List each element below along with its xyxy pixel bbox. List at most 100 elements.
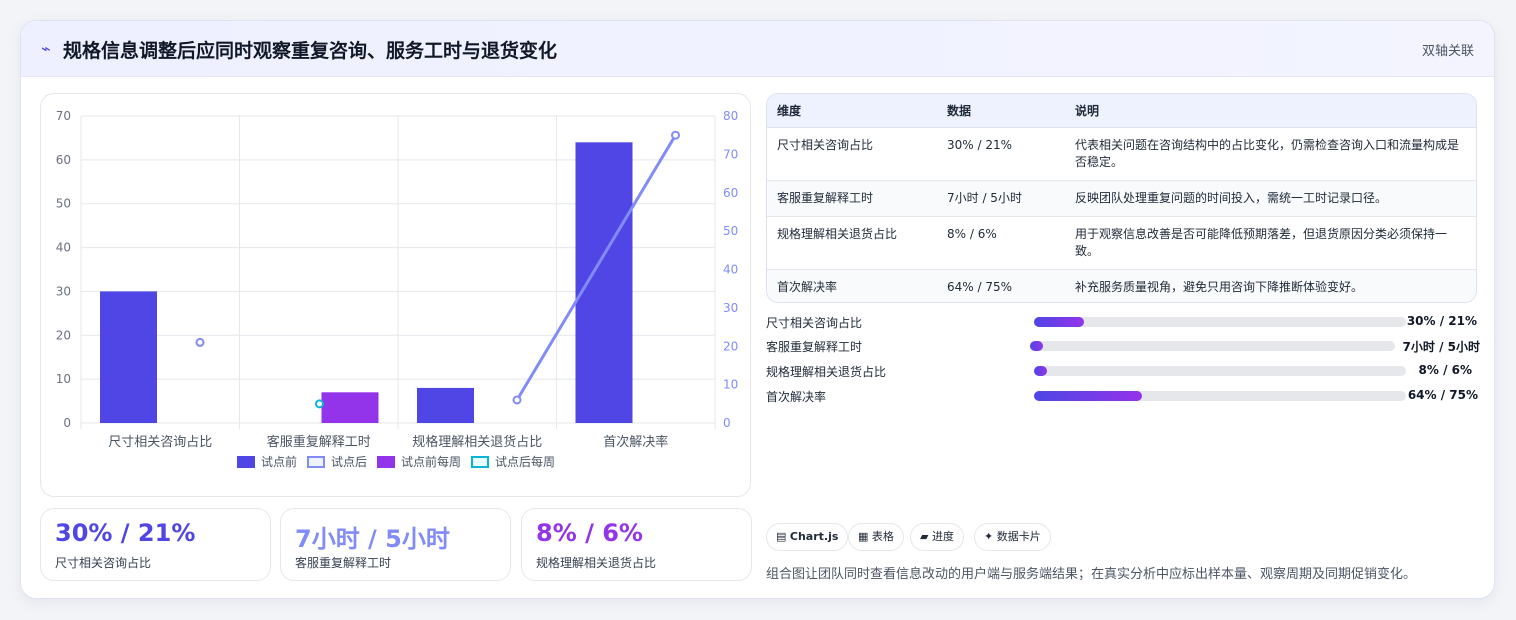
bar-试点前 (417, 387, 474, 423)
col-header-data: 数据 (937, 94, 1065, 128)
progress-fill (1034, 366, 1048, 376)
progress-value: 8% / 6% (1418, 363, 1472, 377)
x-tick-label: 尺寸相关咨询占比 (108, 435, 212, 450)
chart-icon: ▤ (776, 530, 787, 543)
table-row: 首次解决率 64% / 75% 补充服务质量视角，避免只用咨询下降推断体验变好。 (767, 269, 1476, 302)
cell-data: 64% / 75% (937, 269, 1065, 302)
y-left-tick-label: 30 (56, 284, 71, 298)
combo-chart: 0 10 20 30 40 50 60 70 0 10 20 30 40 50 60 70 80 尺寸相关咨询占比… (40, 93, 751, 497)
y-left-tick-label: 60 (56, 153, 71, 167)
chip-label: 数据卡片 (996, 530, 1041, 543)
y-right-tick-label: 80 (723, 109, 738, 123)
y-left-tick-label: 50 (56, 197, 71, 211)
y-right-tick-label: 10 (723, 378, 738, 392)
progress-value: 64% / 75% (1407, 388, 1478, 402)
y-right-tick-label: 30 (723, 301, 738, 315)
cell-data: 30% / 21% (937, 127, 1065, 181)
stat-card-hours: 7小时 / 5小时 客服重复解释工时 (280, 508, 511, 581)
footer-note: 组合图让团队同时查看信息改动的用户端与服务端结果；在真实分析中应标出样本量、观察… (766, 567, 1417, 582)
bar-试点前每周 (321, 392, 379, 423)
y-right-tick-label: 70 (723, 147, 738, 161)
progress-fill (1034, 391, 1142, 401)
y-right-tick-label: 50 (723, 224, 738, 238)
table-header-row: 维度 数据 说明 (767, 94, 1476, 128)
stat-card-inquiry: 30% / 21% 尺寸相关咨询占比 (40, 508, 271, 581)
cell-note: 用于观察信息改善是否可能降低预期落差，但退货原因分类必须保持一致。 (1065, 216, 1476, 270)
chip-label: Chart.js (789, 530, 839, 543)
point-试点后每周 (315, 399, 324, 409)
progress-track (1034, 391, 1406, 401)
cell-note: 补充服务质量视角，避免只用咨询下降推断体验变好。 (1065, 269, 1476, 302)
progress-label: 客服重复解释工时 (766, 340, 863, 354)
x-tick-label: 客服重复解释工时 (267, 434, 371, 450)
progress-track (1030, 341, 1395, 351)
chip-table[interactable]: ▦ 表格 (848, 523, 904, 551)
cell-data: 7小时 / 5小时 (937, 180, 1065, 217)
y-left-tick-label: 0 (63, 416, 71, 430)
chart-canvas: 0 10 20 30 40 50 60 70 0 10 20 30 40 50 60 70 80 尺寸相关咨询占比… (56, 109, 739, 469)
y-left-tick-label: 70 (56, 109, 71, 123)
stat-value: 30% / 21% (55, 519, 196, 547)
chip-chartjs[interactable]: ▤ Chart.js (766, 523, 849, 551)
bar-试点前 (100, 291, 157, 423)
legend-label: 试点前每周 (401, 454, 461, 469)
sparkle-icon: ✦ (984, 530, 994, 543)
cell-dimension: 客服重复解释工时 (767, 180, 937, 217)
point-试点后 (195, 337, 205, 347)
progress-label: 首次解决率 (766, 390, 827, 404)
cell-dimension: 尺寸相关咨询占比 (767, 127, 937, 181)
progress-track (1034, 366, 1406, 376)
col-header-note: 说明 (1065, 94, 1476, 128)
y-right-tick-label: 40 (723, 263, 738, 277)
progress-row-returns: 规格理解相关退货占比 8% / 6% (766, 362, 1479, 380)
progress-label: 尺寸相关咨询占比 (766, 316, 863, 330)
stat-value: 8% / 6% (536, 519, 643, 547)
cell-data: 8% / 6% (937, 216, 1065, 270)
cell-dimension: 首次解决率 (767, 269, 937, 302)
table-row: 客服重复解释工时 7小时 / 5小时 反映团队处理重复问题的时间投入，需统一工时… (767, 180, 1476, 217)
progress-label: 规格理解相关退货占比 (766, 365, 887, 379)
legend-swatch (377, 456, 395, 468)
stat-value: 7小时 / 5小时 (295, 525, 450, 553)
legend-swatch (237, 456, 255, 468)
y-right-tick-label: 60 (723, 186, 738, 200)
legend-label: 试点后每周 (495, 454, 555, 469)
y-right-tick-label: 0 (723, 416, 731, 430)
data-table: 维度 数据 说明 尺寸相关咨询占比 30% / 21% 代表相关问题在咨询结构中… (766, 93, 1477, 303)
progress-row-inquiry: 尺寸相关咨询占比 30% / 21% (766, 313, 1479, 331)
progress-value: 7小时 / 5小时 (1402, 340, 1480, 354)
chip-progress[interactable]: ▰ 进度 (910, 523, 964, 551)
point-试点后 (512, 395, 522, 405)
progress-row-first-resolve: 首次解决率 64% / 75% (766, 387, 1479, 405)
y-right-tick-label: 20 (723, 339, 738, 353)
stat-label: 规格理解相关退货占比 (536, 556, 657, 570)
cell-note: 代表相关问题在咨询结构中的占比变化，仍需检查咨询入口和流量构成是否稳定。 (1065, 127, 1476, 181)
trend-icon: ⌁ (41, 39, 51, 58)
progress-value: 30% / 21% (1406, 314, 1477, 328)
x-tick-label: 规格理解相关退货占比 (412, 434, 542, 450)
progress-row-hours: 客服重复解释工时 7小时 / 5小时 (766, 337, 1480, 355)
stat-label: 客服重复解释工时 (295, 556, 392, 570)
point-试点后 (671, 130, 680, 140)
stat-card-returns: 8% / 6% 规格理解相关退货占比 (521, 508, 752, 581)
y-left-tick-label: 20 (56, 328, 71, 342)
progress-icon: ▰ (920, 530, 929, 543)
x-tick-label: 首次解决率 (603, 434, 668, 450)
y-left-tick-label: 10 (56, 372, 71, 386)
legend-label: 试点前 (261, 454, 297, 469)
table-icon: ▦ (858, 530, 869, 543)
chip-label: 表格 (871, 530, 894, 543)
legend-label: 试点后 (331, 454, 367, 469)
cell-note: 反映团队处理重复问题的时间投入，需统一工时记录口径。 (1065, 180, 1476, 217)
card-title: 规格信息调整后应同时观察重复咨询、服务工时与退货变化 (63, 40, 558, 62)
dual-axis-tag: 双轴关联 (1421, 44, 1474, 59)
chip-data-cards[interactable]: ✦ 数据卡片 (974, 523, 1051, 551)
chip-label: 进度 (931, 530, 954, 543)
bar-试点前 (575, 142, 633, 424)
col-header-dimension: 维度 (767, 94, 937, 128)
table-row: 尺寸相关咨询占比 30% / 21% 代表相关问题在咨询结构中的占比变化，仍需检… (767, 127, 1476, 181)
stat-label: 尺寸相关咨询占比 (55, 556, 152, 570)
card-header: ⌁ 规格信息调整后应同时观察重复咨询、服务工时与退货变化 双轴关联 (21, 21, 1494, 77)
progress-fill (1034, 317, 1085, 327)
chart-card: ⌁ 规格信息调整后应同时观察重复咨询、服务工时与退货变化 双轴关联 0 10 20 3… (20, 20, 1495, 599)
